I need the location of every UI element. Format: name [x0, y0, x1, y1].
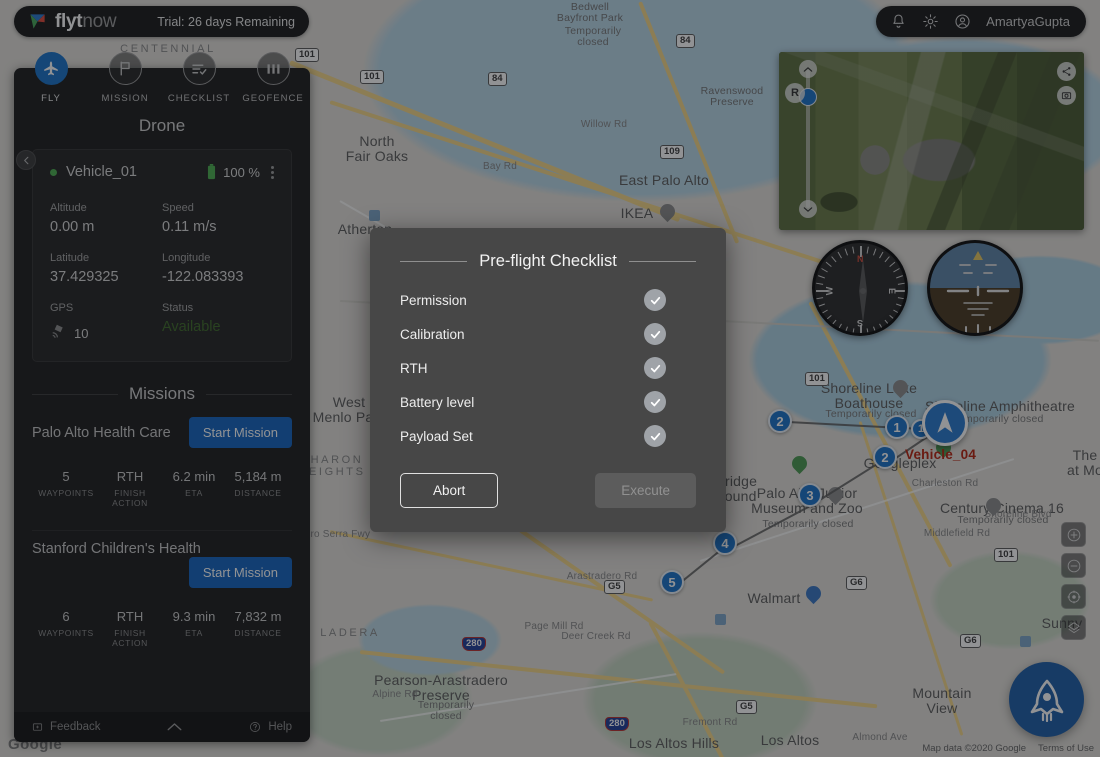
checklist-row[interactable]: Battery level — [400, 391, 696, 413]
checklist-rows: Permission Calibration RTH Battery level Pay… — [400, 289, 696, 459]
checklist-item-checkbox[interactable] — [644, 357, 666, 379]
checklist-item-label: Permission — [400, 292, 467, 308]
checklist-item-checkbox[interactable] — [644, 323, 666, 345]
execute-button[interactable]: Execute — [595, 473, 696, 508]
modal-title: Pre-flight Checklist — [400, 252, 696, 271]
checklist-row[interactable]: Calibration — [400, 323, 696, 345]
check-icon — [650, 330, 660, 338]
app-root: CENTENNIAL Bedwell Bayfront Park Temporari… — [0, 0, 1100, 757]
abort-button[interactable]: Abort — [400, 473, 499, 508]
checklist-item-checkbox[interactable] — [644, 391, 666, 413]
modal-actions: Abort Execute — [400, 473, 696, 508]
checklist-item-label: Payload Set — [400, 428, 473, 444]
check-icon — [650, 432, 660, 440]
checklist-row[interactable]: Payload Set — [400, 425, 696, 447]
check-icon — [650, 364, 660, 372]
preflight-checklist-modal: Pre-flight Checklist Permission Calibrati… — [370, 228, 726, 532]
checklist-item-label: Battery level — [400, 394, 475, 410]
checklist-item-checkbox[interactable] — [644, 425, 666, 447]
check-icon — [650, 398, 660, 406]
checklist-row[interactable]: RTH — [400, 357, 696, 379]
checklist-row[interactable]: Permission — [400, 289, 696, 311]
checklist-item-label: RTH — [400, 360, 428, 376]
checklist-item-label: Calibration — [400, 326, 465, 342]
check-icon — [650, 296, 660, 304]
checklist-item-checkbox[interactable] — [644, 289, 666, 311]
